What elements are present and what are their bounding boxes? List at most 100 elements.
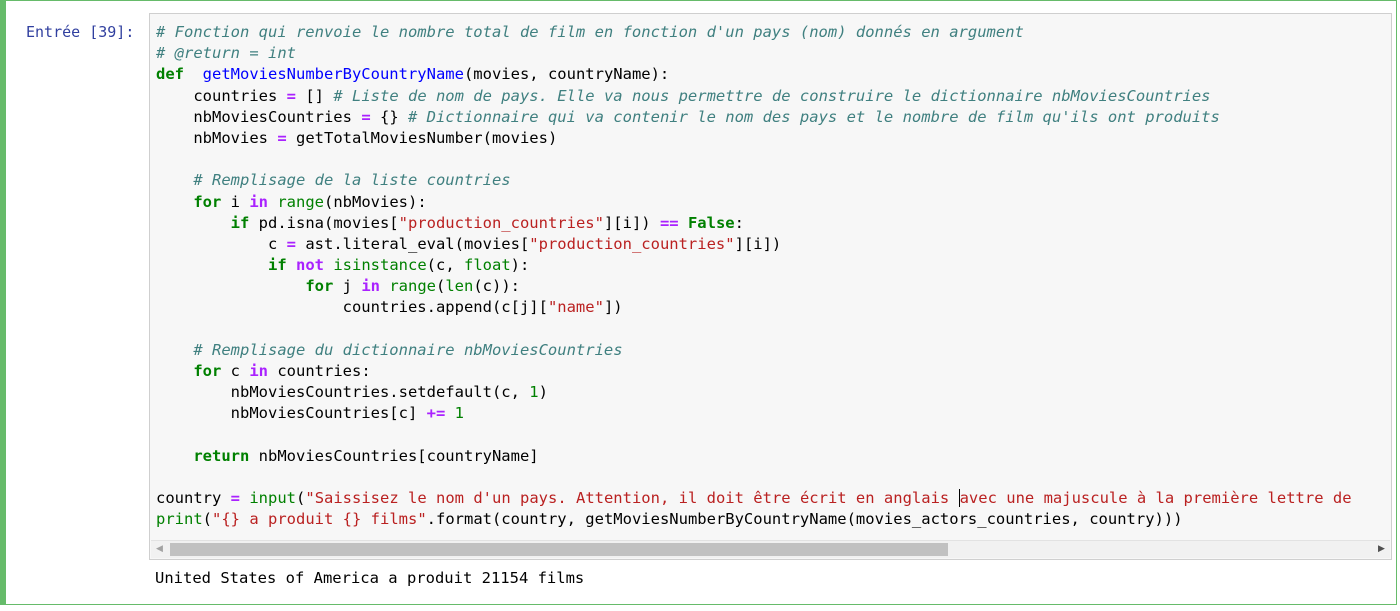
code-token: (	[436, 277, 446, 296]
code-token: isinstance	[333, 256, 427, 275]
code-line[interactable]: def getMoviesNumberByCountryName(movies,…	[156, 64, 1352, 85]
code-token: pd.isna(movies[	[249, 213, 399, 232]
code-line[interactable]: # Fonction qui renvoie le nombre total d…	[156, 22, 1352, 43]
code-token: in	[249, 362, 268, 380]
code-line[interactable]: countries.append(c[j]["name"])	[156, 297, 1352, 318]
scroll-right-arrow-icon[interactable]: ▶	[1373, 541, 1390, 558]
code-token: ast.literal_eval(movies[	[296, 234, 530, 253]
code-line[interactable]	[156, 467, 1352, 488]
code-token: countries	[156, 86, 287, 105]
code-token: # Fonction qui renvoie le nombre total d…	[156, 23, 1024, 41]
code-token: float	[464, 256, 511, 275]
code-token: ):	[510, 256, 530, 275]
code-token: "Saissisez le nom d'un pays. Attention, …	[305, 489, 959, 508]
code-token: # Liste de nom de pays. Elle va nous per…	[333, 86, 1211, 105]
code-token: +=	[426, 404, 446, 423]
code-token: ][i])	[603, 213, 660, 232]
code-token: input	[249, 489, 297, 508]
input-prompt: Entrée [39]:	[26, 23, 135, 41]
scrollbar-thumb[interactable]	[170, 543, 948, 556]
code-token: for	[193, 362, 222, 380]
code-token: in	[361, 277, 380, 296]
code-line[interactable]: print("{} a produit {} films".format(cou…	[156, 509, 1352, 530]
code-token: c	[156, 234, 287, 253]
cell-output: United States of America a produit 21154…	[155, 569, 585, 587]
code-line[interactable]: nbMoviesCountries.setdefault(c, 1)	[156, 382, 1352, 403]
notebook-cell[interactable]: Entrée [39]: # Fonction qui renvoie le n…	[0, 0, 1397, 605]
code-token: False	[687, 213, 735, 232]
code-line[interactable]: if not isinstance(c, float):	[156, 255, 1352, 276]
code-line[interactable]: nbMoviesCountries[c] += 1	[156, 403, 1352, 424]
code-line[interactable]	[156, 425, 1352, 446]
code-token: def	[156, 65, 184, 84]
code-token: range	[277, 192, 325, 211]
code-token: nbMoviesCountries[c]	[156, 404, 427, 423]
code-token: =	[230, 489, 240, 508]
code-line[interactable]: return nbMoviesCountries[countryName]	[156, 446, 1352, 467]
code-line[interactable]: nbMoviesCountries = {} # Dictionnaire qu…	[156, 107, 1352, 128]
code-token: getTotalMoviesNumber(movies)	[286, 128, 558, 147]
code-token: "production_countries"	[529, 234, 735, 253]
code-token: nbMoviesCountries[countryName]	[249, 446, 539, 465]
code-line[interactable]	[156, 149, 1352, 170]
code-token: []	[296, 86, 334, 105]
scroll-left-arrow-icon[interactable]: ◀	[151, 541, 168, 558]
code-line[interactable]: countries = [] # Liste de nom de pays. E…	[156, 86, 1352, 107]
code-token: =	[286, 234, 296, 253]
code-token: (	[202, 510, 213, 529]
code-line[interactable]: nbMovies = getTotalMoviesNumber(movies)	[156, 128, 1352, 149]
code-token: if	[267, 256, 287, 275]
code-token: (movies, countryName):	[463, 65, 670, 84]
code-token: countries:	[268, 362, 371, 380]
code-token: for	[305, 277, 334, 296]
code-line[interactable]: for c in countries:	[156, 361, 1352, 382]
code-token: avec une majuscule à la première lettre …	[959, 489, 1352, 508]
code-line[interactable]: c = ast.literal_eval(movies["production_…	[156, 234, 1352, 255]
horizontal-scrollbar[interactable]: ◀ ▶	[151, 540, 1390, 558]
code-token: "{} a produit {} films"	[212, 510, 427, 529]
code-line[interactable]: for j in range(len(c)):	[156, 276, 1352, 297]
code-token: (c)):	[473, 277, 521, 296]
code-token: ==	[659, 213, 679, 232]
code-token: not	[296, 256, 324, 275]
code-token: j	[333, 277, 362, 296]
code-token: len	[445, 277, 474, 296]
code-token: in	[249, 192, 268, 211]
code-line[interactable]: if pd.isna(movies["production_countries"…	[156, 213, 1352, 234]
code-token: i	[221, 192, 250, 211]
code-line[interactable]	[156, 319, 1352, 340]
code-line[interactable]: # Remplisage du dictionnaire nbMoviesCou…	[156, 340, 1352, 361]
code-line[interactable]: for i in range(nbMovies):	[156, 192, 1352, 213]
code-editor[interactable]: # Fonction qui renvoie le nombre total d…	[149, 13, 1392, 560]
code-token: country	[156, 489, 231, 508]
code-token: .format(country, getMoviesNumberByCountr…	[426, 510, 1183, 529]
code-token: 1	[529, 383, 539, 402]
code-token: 1	[454, 404, 464, 423]
code-token: (c,	[426, 256, 464, 275]
code-token: ][i])	[734, 234, 782, 253]
code-line[interactable]: # @return = int	[156, 43, 1352, 64]
code-line[interactable]: # Remplisage de la liste countries	[156, 170, 1352, 191]
code-token: =	[277, 128, 287, 147]
code-token: nbMoviesCountries	[156, 107, 362, 126]
code-token: "name"	[547, 298, 604, 317]
code-text[interactable]: # Fonction qui renvoie le nombre total d…	[156, 22, 1352, 531]
code-token: )	[538, 383, 548, 402]
code-token: "production_countries"	[398, 213, 604, 232]
code-line[interactable]: country = input("Saissisez le nom d'un p…	[156, 488, 1352, 509]
code-token: (nbMovies):	[324, 192, 427, 211]
